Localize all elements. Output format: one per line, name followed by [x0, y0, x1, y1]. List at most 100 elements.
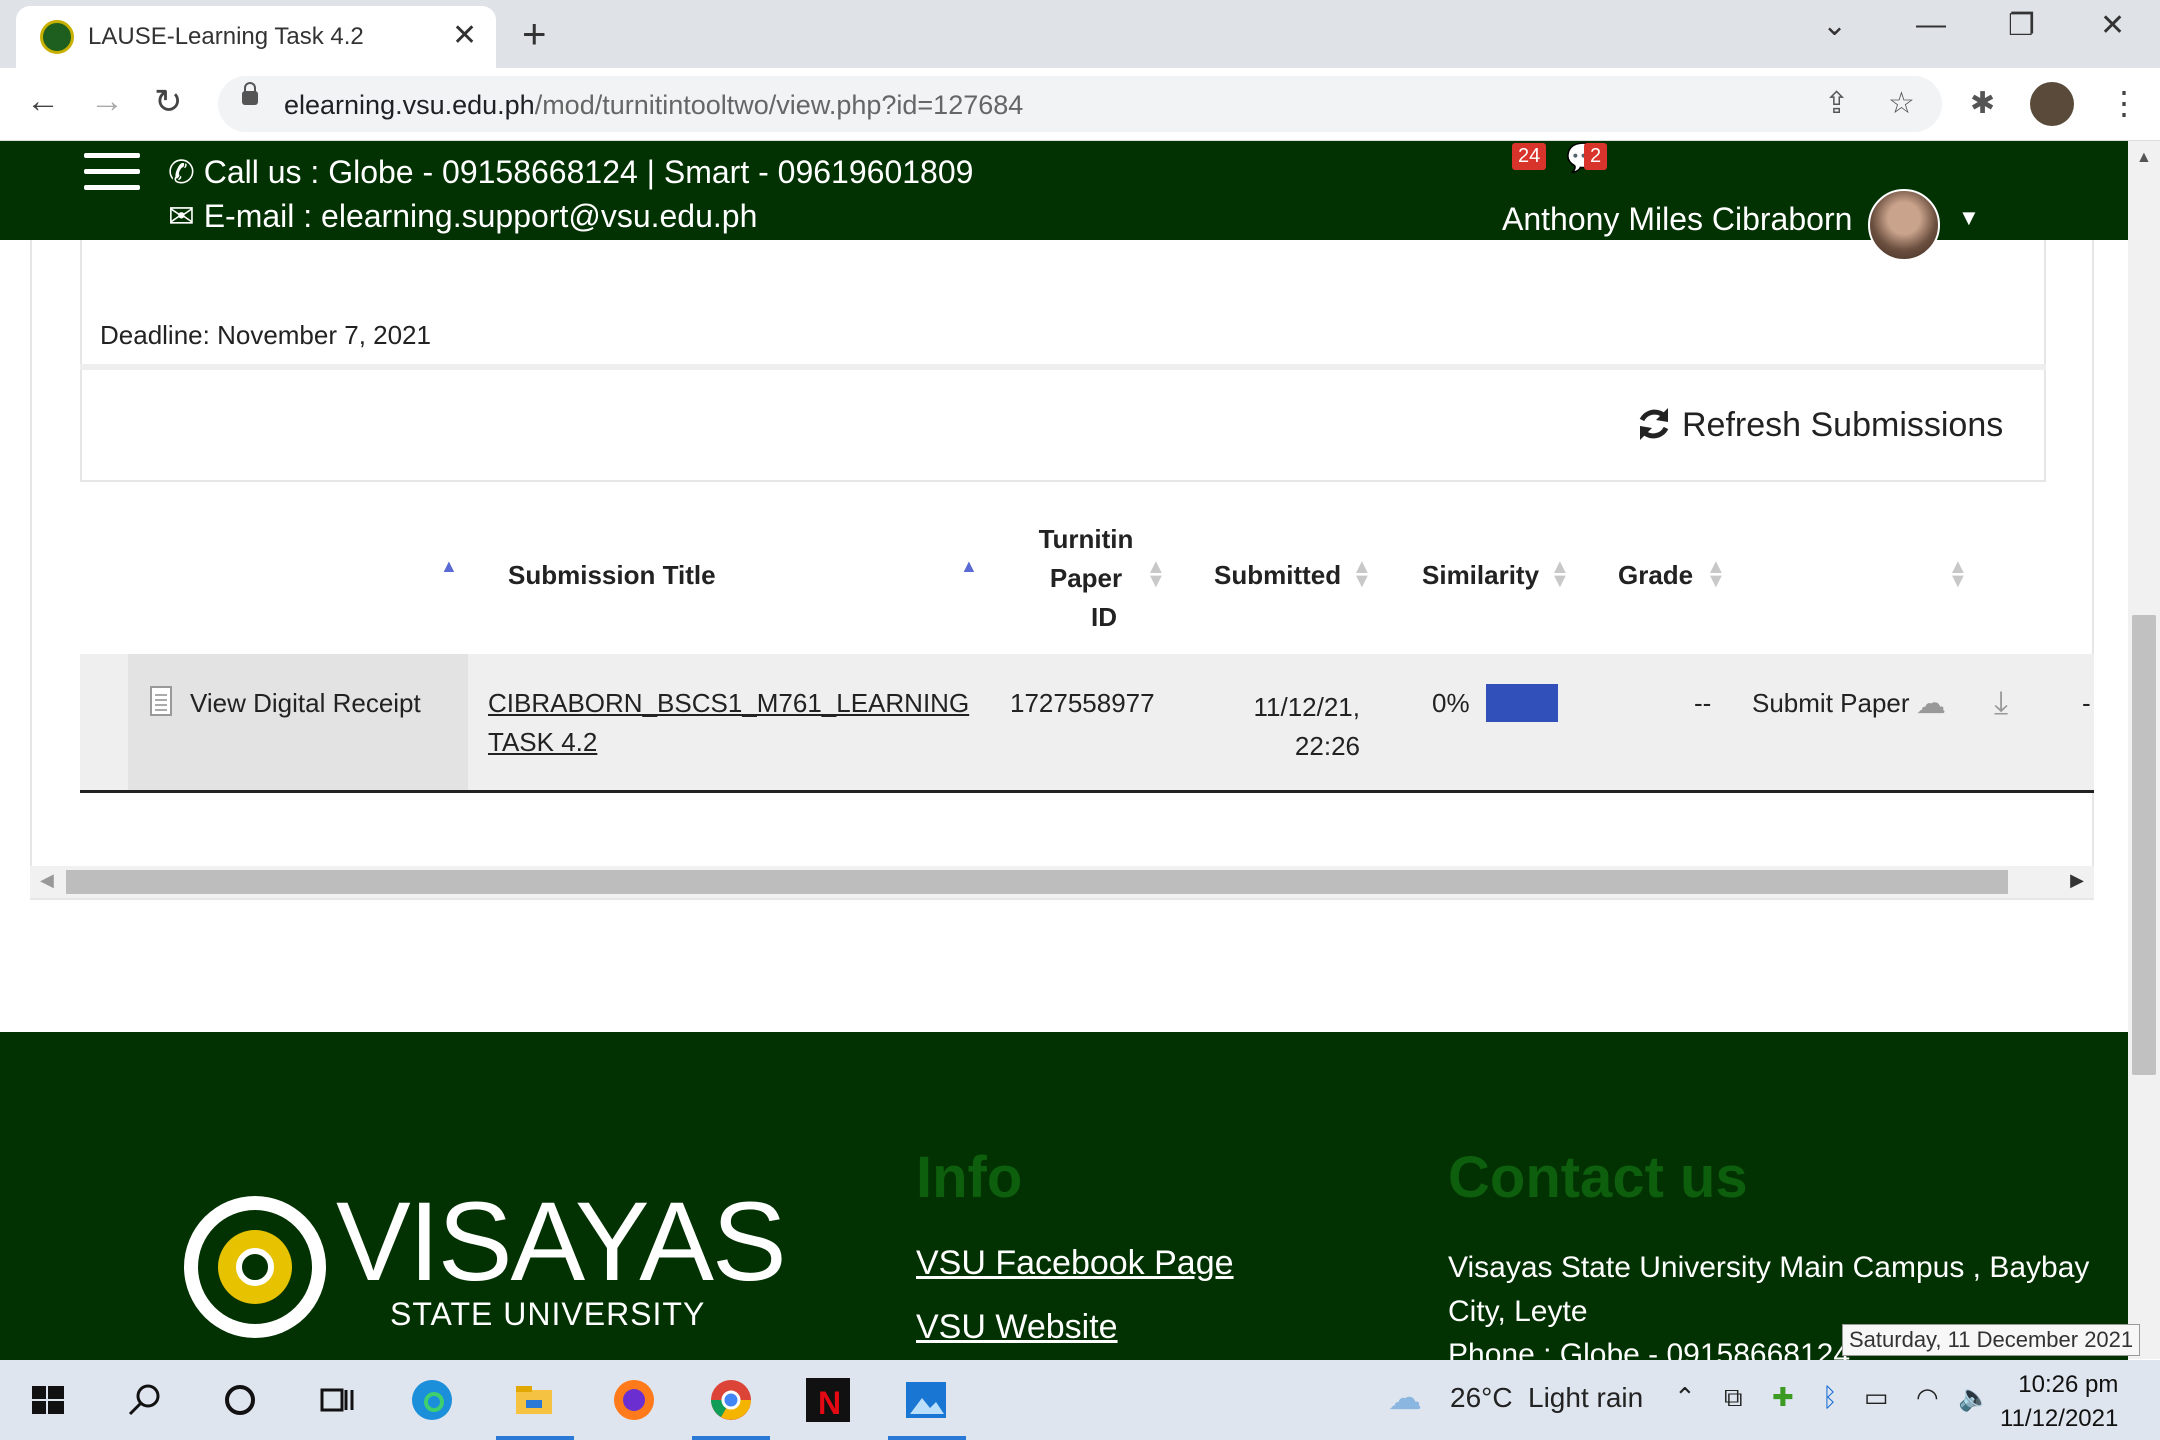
- envelope-icon: ✉: [168, 198, 204, 234]
- column-header-submission-title[interactable]: Submission Title: [508, 560, 716, 591]
- minimize-window-button[interactable]: —: [1916, 8, 1946, 42]
- cloud-upload-icon[interactable]: ☁: [1916, 686, 1946, 721]
- meet-now-icon[interactable]: ⧉: [1724, 1382, 1743, 1414]
- url-text[interactable]: elearning.vsu.edu.ph/mod/turnitintooltwo…: [284, 90, 1023, 121]
- sort-icon[interactable]: ▲ ▼: [1352, 557, 1372, 591]
- submission-title-link[interactable]: CIBRABORN_BSCS1_M761_LEARNING TASK 4.2: [488, 684, 988, 762]
- active-app-indicator: [496, 1436, 574, 1440]
- deadline-text: Deadline: November 7, 2021: [100, 320, 431, 350]
- scroll-up-arrow-icon[interactable]: ▲: [2136, 149, 2152, 167]
- volume-icon[interactable]: 🔈: [1958, 1382, 1990, 1413]
- url-host: elearning.vsu.edu.ph: [284, 90, 535, 120]
- vsu-logo-icon: [184, 1196, 326, 1338]
- back-arrow-icon[interactable]: ←: [26, 82, 60, 121]
- share-icon[interactable]: ⇪: [1824, 86, 1849, 121]
- edge-browser-icon[interactable]: [408, 1376, 456, 1424]
- close-window-button[interactable]: ✕: [2100, 8, 2125, 43]
- show-hidden-icons-chevron-icon[interactable]: ⌃: [1674, 1382, 1696, 1413]
- weather-temperature[interactable]: 26°C: [1450, 1382, 1513, 1414]
- notification-badge[interactable]: 24: [1512, 143, 1547, 170]
- sort-icon[interactable]: ▲ ▼: [1706, 557, 1726, 591]
- sort-asc-icon[interactable]: ▲: [960, 556, 978, 577]
- clock-time: 10:26 pm: [2018, 1371, 2119, 1398]
- lock-icon: [242, 82, 258, 105]
- phone-icon: ✆: [168, 154, 204, 190]
- netflix-icon[interactable]: N: [804, 1376, 852, 1424]
- windows-start-icon[interactable]: [24, 1376, 72, 1424]
- page-scrollbar[interactable]: ▲: [2128, 141, 2160, 1359]
- hamburger-menu-icon[interactable]: [84, 153, 140, 193]
- sort-icon[interactable]: ▲ ▼: [1550, 557, 1570, 591]
- scroll-right-arrow-icon[interactable]: ▶: [2070, 870, 2084, 891]
- url-path: /mod/turnitintooltwo/view.php?id=127684: [534, 90, 1024, 120]
- view-digital-receipt-link[interactable]: View Digital Receipt: [190, 688, 421, 719]
- refresh-icon[interactable]: [1634, 404, 1674, 444]
- logo-subtitle: STATE UNIVERSITY: [390, 1296, 706, 1332]
- site-favicon-icon: [40, 20, 74, 54]
- user-name[interactable]: Anthony Miles Cibraborn: [1502, 201, 1852, 238]
- bookmark-star-icon[interactable]: ☆: [1888, 86, 1915, 121]
- active-app-indicator: [692, 1436, 770, 1440]
- contact-phone: Phone : Globe - 09158668124: [1448, 1338, 1850, 1360]
- horizontal-scrollbar[interactable]: ◀ ▶: [30, 866, 2094, 898]
- tab-title: LAUSE-Learning Task 4.2: [88, 23, 364, 50]
- column-header-submitted[interactable]: Submitted: [1214, 560, 1341, 591]
- contact-address: Visayas State University Main Campus , B…: [1448, 1251, 2090, 1328]
- app-tray-icon[interactable]: ✚: [1772, 1382, 1794, 1413]
- column-header-grade[interactable]: Grade: [1618, 560, 1693, 591]
- system-clock[interactable]: 10:26 pm 11/12/2021: [2000, 1368, 2118, 1436]
- vsu-website-link[interactable]: VSU Website: [916, 1308, 1118, 1347]
- submission-title-line2: TASK 4.2: [488, 727, 598, 757]
- search-icon[interactable]: [120, 1376, 168, 1424]
- sort-asc-icon[interactable]: ▲: [440, 556, 458, 577]
- cortana-icon[interactable]: [216, 1376, 264, 1424]
- chrome-icon[interactable]: [707, 1376, 755, 1424]
- browser-toolbar: ← → ↻ elearning.vsu.edu.ph/mod/turnitint…: [0, 68, 2160, 141]
- file-explorer-icon[interactable]: [510, 1376, 558, 1424]
- download-icon[interactable]: ⤓: [1994, 684, 2008, 722]
- tab-search-chevron-icon[interactable]: ⌄: [1822, 8, 1847, 43]
- user-menu-caret-icon[interactable]: ▼: [1958, 205, 1980, 231]
- weather-description[interactable]: Light rain: [1528, 1382, 1643, 1414]
- paper-id-header-line1: Turnitin: [1038, 524, 1134, 554]
- reload-icon[interactable]: ↻: [154, 82, 183, 122]
- close-tab-icon[interactable]: ✕: [452, 18, 477, 53]
- restore-window-button[interactable]: ❐: [2008, 8, 2035, 43]
- call-us-text: Call us : Globe - 09158668124 | Smart - …: [203, 154, 974, 190]
- firefox-icon[interactable]: [610, 1376, 658, 1424]
- wifi-icon[interactable]: ◠: [1916, 1382, 1939, 1413]
- battery-icon[interactable]: ▭: [1864, 1382, 1889, 1413]
- photos-icon[interactable]: [902, 1376, 950, 1424]
- message-badge[interactable]: 2: [1584, 143, 1608, 170]
- forward-arrow-icon[interactable]: →: [90, 82, 124, 121]
- similarity-bar[interactable]: [1486, 684, 1558, 722]
- sort-icon[interactable]: ▲ ▼: [1948, 557, 1968, 591]
- contact-heading: Contact us: [1448, 1145, 1748, 1210]
- refresh-submissions-button[interactable]: Refresh Submissions: [1682, 406, 2003, 445]
- column-header-similarity[interactable]: Similarity: [1422, 560, 1539, 591]
- new-tab-button[interactable]: +: [522, 10, 547, 58]
- submitted-value: 11/12/21, 22:26: [1240, 688, 1360, 766]
- browser-tab[interactable]: LAUSE-Learning Task 4.2 ✕: [16, 6, 496, 68]
- date-tooltip: Saturday, 11 December 2021: [1842, 1324, 2141, 1356]
- extensions-puzzle-icon[interactable]: ✱: [1970, 86, 1995, 121]
- weather-cloud-icon[interactable]: ☁: [1388, 1378, 1422, 1418]
- column-header-paper-id[interactable]: Turnitin Paper ID: [1030, 520, 1142, 637]
- page-scroll-thumb[interactable]: [2132, 615, 2156, 1075]
- horizontal-scroll-thumb[interactable]: [66, 870, 2008, 894]
- active-app-indicator: [888, 1436, 966, 1440]
- task-view-icon[interactable]: [312, 1376, 360, 1424]
- scroll-left-arrow-icon[interactable]: ◀: [40, 870, 54, 891]
- vsu-facebook-link[interactable]: VSU Facebook Page: [916, 1244, 1234, 1283]
- address-bar[interactable]: elearning.vsu.edu.ph/mod/turnitintooltwo…: [218, 76, 1942, 132]
- clock-date: 11/12/2021: [2000, 1405, 2119, 1432]
- sort-icon[interactable]: ▲ ▼: [1146, 557, 1166, 591]
- submit-paper-link[interactable]: Submit Paper: [1752, 688, 1910, 719]
- receipt-document-icon[interactable]: [150, 686, 172, 716]
- browser-profile-avatar[interactable]: [2030, 82, 2074, 126]
- browser-tab-strip: LAUSE-Learning Task 4.2 ✕ + ⌄ — ❐ ✕: [0, 0, 2160, 68]
- paper-id-header-line3: ID: [1091, 602, 1117, 632]
- browser-menu-icon[interactable]: ⋮: [2108, 84, 2140, 122]
- bluetooth-icon[interactable]: ᛒ: [1822, 1382, 1838, 1413]
- windows-taskbar: N ☁ 26°C Light rain ⌃ ⧉ ✚ ᛒ ▭ ◠ 🔈 10:26 …: [0, 1360, 2160, 1440]
